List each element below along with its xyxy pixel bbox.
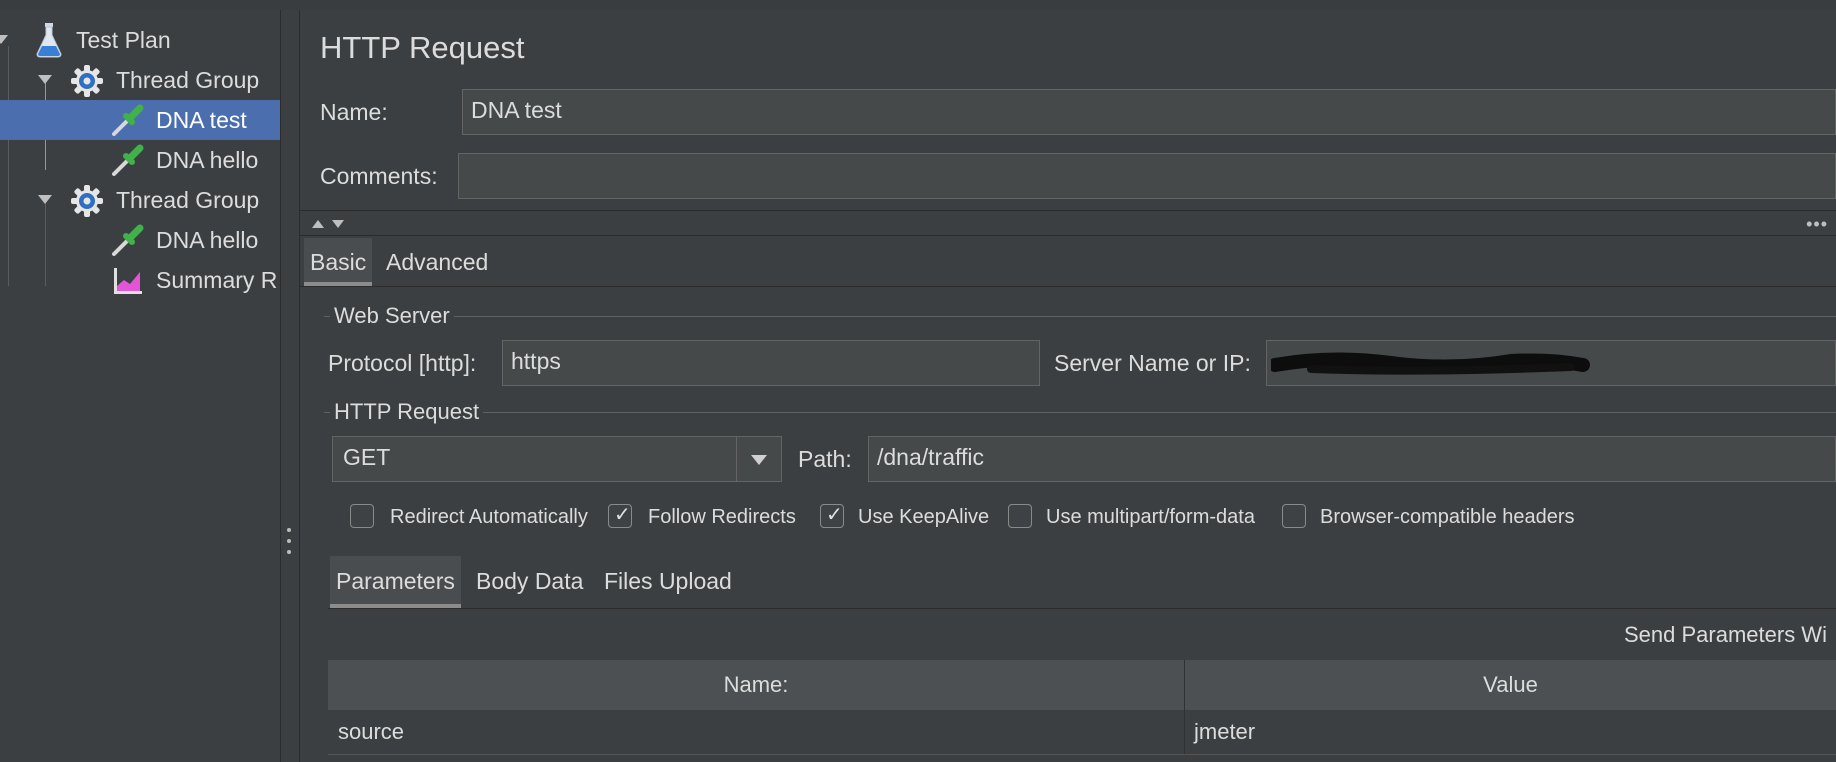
tree-item-label: Thread Group <box>116 67 260 93</box>
page-title: HTTP Request <box>320 30 525 65</box>
tab-divider <box>300 286 1836 287</box>
checkbox-label: Redirect Automatically <box>390 506 588 528</box>
parameters-table-header: Name: Value <box>328 660 1836 711</box>
checkbox-label: Use multipart/form-data <box>1046 506 1255 528</box>
tree-item-thread-group[interactable]: Thread Group <box>0 180 280 220</box>
tree-item-label: DNA hello <box>156 147 259 173</box>
tab-advanced[interactable]: Advanced <box>380 238 494 286</box>
redirect-automatically-checkbox[interactable] <box>350 504 374 528</box>
collapse-triangle-icon[interactable] <box>38 75 52 84</box>
checkbox-label: Follow Redirects <box>648 506 796 528</box>
tab-parameters[interactable]: Parameters <box>330 556 461 608</box>
comments-label: Comments: <box>320 163 438 189</box>
chart-report-icon <box>112 266 144 296</box>
tab-basic[interactable]: Basic <box>304 238 373 286</box>
http-request-group <box>324 412 1836 413</box>
browser-compatible-headers-checkbox[interactable] <box>1282 504 1306 528</box>
expand-down-icon[interactable] <box>332 220 344 228</box>
expand-up-icon[interactable] <box>312 220 324 228</box>
select-separator <box>736 437 737 481</box>
chevron-down-icon[interactable] <box>751 455 767 465</box>
method-value: GET <box>343 444 391 470</box>
splitter-grip-icon[interactable] <box>286 528 292 558</box>
tree-item-test-plan[interactable]: Test Plan <box>0 20 280 60</box>
send-parameters-label: Send Parameters Wi <box>1624 622 1827 647</box>
test-plan-tree: Test Plan Thread Group DNA test DNA hell… <box>0 10 280 762</box>
pipette-icon <box>110 144 144 178</box>
tree-item-dna-test[interactable]: DNA test <box>0 100 280 140</box>
pipette-icon <box>110 224 144 258</box>
tree-item-label: Summary R <box>156 267 278 293</box>
name-field[interactable]: DNA test <box>462 89 1836 135</box>
checkbox-label: Use KeepAlive <box>858 506 990 528</box>
protocol-label: Protocol [http]: <box>328 350 477 376</box>
flask-icon <box>34 22 64 58</box>
http-request-panel: HTTP Request Name: DNA test Comments: ••… <box>300 10 1836 762</box>
param-value-cell[interactable]: jmeter <box>1194 710 1255 754</box>
pipette-icon <box>110 104 144 138</box>
protocol-field[interactable]: https <box>502 340 1040 386</box>
tab-files-upload[interactable]: Files Upload <box>598 556 738 608</box>
name-label: Name: <box>320 99 388 125</box>
tree-item-dna-hello[interactable]: DNA hello <box>0 140 280 180</box>
collapse-triangle-icon[interactable] <box>0 35 8 44</box>
tree-splitter[interactable] <box>280 10 300 762</box>
checkmark-icon: ✓ <box>614 504 631 526</box>
gear-icon <box>70 184 104 218</box>
column-separator <box>1184 710 1185 754</box>
method-select[interactable]: GET <box>332 436 782 482</box>
tree-item-label: DNA test <box>156 107 247 133</box>
tree-item-dna-hello[interactable]: DNA hello <box>0 220 280 260</box>
tree-item-label: Thread Group <box>116 187 260 213</box>
follow-redirects-checkbox[interactable]: ✓ <box>608 504 632 528</box>
web-server-legend: Web Server <box>330 303 454 329</box>
param-name-cell[interactable]: source <box>338 710 404 754</box>
comments-field[interactable] <box>458 153 1836 199</box>
gear-icon <box>70 64 104 98</box>
server-name-field[interactable] <box>1266 340 1836 386</box>
redacted-scribble-icon <box>1271 352 1590 375</box>
path-label: Path: <box>798 446 852 472</box>
tree-item-label: Test Plan <box>76 27 171 53</box>
use-multipart-checkbox[interactable] <box>1008 504 1032 528</box>
tab-divider <box>328 608 1836 609</box>
table-row[interactable]: source jmeter <box>328 710 1836 755</box>
web-server-group <box>324 316 1836 317</box>
tab-body-data[interactable]: Body Data <box>470 556 589 608</box>
http-request-legend: HTTP Request <box>330 399 484 425</box>
more-options-icon[interactable]: ••• <box>1806 214 1828 235</box>
collapse-splitter[interactable]: ••• <box>300 210 1836 236</box>
tree-item-summary-report[interactable]: Summary R <box>0 260 280 300</box>
checkbox-label: Browser-compatible headers <box>1320 506 1575 528</box>
column-header-name[interactable]: Name: <box>328 660 1184 710</box>
column-header-value[interactable]: Value <box>1185 660 1836 710</box>
use-keepalive-checkbox[interactable]: ✓ <box>820 504 844 528</box>
tree-item-thread-group[interactable]: Thread Group <box>0 60 280 100</box>
checkmark-icon: ✓ <box>826 504 843 526</box>
server-name-label: Server Name or IP: <box>1054 350 1251 376</box>
tree-item-label: DNA hello <box>156 227 259 253</box>
path-field[interactable]: /dna/traffic <box>868 436 1836 482</box>
collapse-triangle-icon[interactable] <box>38 195 52 204</box>
